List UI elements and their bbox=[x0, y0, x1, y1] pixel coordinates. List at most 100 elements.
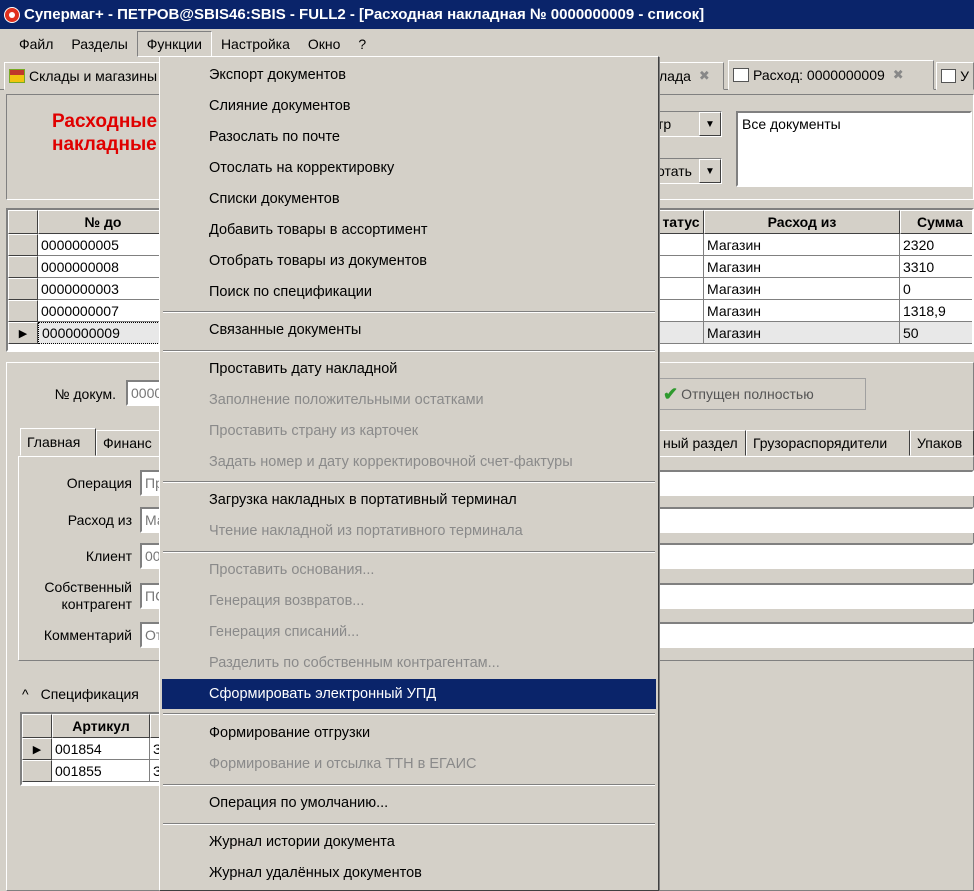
source-field-tail[interactable] bbox=[658, 507, 974, 533]
cell-number[interactable]: 0000000009 bbox=[38, 322, 168, 344]
column-header-sum[interactable]: Сумма bbox=[900, 210, 972, 234]
cell-status[interactable] bbox=[658, 234, 704, 256]
cell-sum[interactable]: 2320 bbox=[900, 234, 972, 256]
client-field-tail[interactable] bbox=[658, 543, 974, 569]
tab-label: лада bbox=[659, 68, 691, 84]
checkmark-icon: ✔ bbox=[663, 383, 679, 404]
filter-combo-value: тр bbox=[657, 116, 672, 132]
menu-item-set-basis: Проставить основания... bbox=[209, 562, 375, 578]
tab-label: У bbox=[960, 68, 969, 84]
source-label: Расход из bbox=[67, 512, 132, 528]
cell-sum[interactable]: 50 bbox=[900, 322, 972, 344]
menu-sections[interactable]: Разделы bbox=[62, 32, 136, 56]
cell-number[interactable]: 0000000005 bbox=[38, 234, 168, 256]
cell-sum[interactable]: 0 bbox=[900, 278, 972, 300]
menu-item-history-log[interactable]: Журнал истории документа bbox=[162, 827, 656, 857]
tab-next[interactable]: У bbox=[936, 62, 974, 90]
menu-item-merge[interactable]: Слияние документов bbox=[162, 91, 656, 121]
cell-article[interactable]: 001855 bbox=[52, 760, 150, 782]
menu-item-linked-docs[interactable]: Связанные документы bbox=[162, 315, 656, 345]
menu-item-export[interactable]: Экспорт документов bbox=[162, 60, 656, 90]
menu-file[interactable]: Файл bbox=[10, 32, 62, 56]
column-header-source[interactable]: Расход из bbox=[704, 210, 900, 234]
menu-window[interactable]: Окно bbox=[299, 32, 350, 56]
cell-sum[interactable]: 1318,9 bbox=[900, 300, 972, 322]
menu-separator bbox=[163, 350, 655, 352]
cell-source[interactable]: Магазин bbox=[704, 322, 900, 344]
tab-finance[interactable]: Финанс bbox=[96, 430, 162, 456]
chevron-down-icon[interactable]: ▼ bbox=[699, 112, 721, 136]
menu-item-split-contractors: Разделить по собственным контрагентам... bbox=[209, 655, 500, 671]
cell-status[interactable] bbox=[658, 322, 704, 344]
column-header-article[interactable]: Артикул bbox=[52, 714, 150, 738]
cell-source[interactable]: Магазин bbox=[704, 256, 900, 278]
tab-cargo-handlers[interactable]: Грузораспорядители bbox=[746, 430, 910, 456]
app-icon bbox=[4, 6, 20, 23]
documents-filter-memo[interactable]: Все документы bbox=[736, 111, 972, 187]
print-combo[interactable]: отать ▼ bbox=[652, 158, 722, 184]
cell-status[interactable] bbox=[658, 278, 704, 300]
column-header-status[interactable]: татус bbox=[658, 210, 704, 234]
menu-settings[interactable]: Настройка bbox=[212, 32, 299, 56]
cell-number[interactable]: 0000000007 bbox=[38, 300, 168, 322]
menu-help[interactable]: ? bbox=[349, 32, 375, 56]
menu-item-add-assortment[interactable]: Добавить товары в ассортимент bbox=[162, 215, 656, 245]
operation-field-tail[interactable] bbox=[658, 470, 974, 496]
window-titlebar: Супермаг+ - ПЕТРОВ@SBIS46:SBIS - FULL2 -… bbox=[0, 0, 974, 29]
window-title: Супермаг+ - ПЕТРОВ@SBIS46:SBIS - FULL2 -… bbox=[24, 6, 705, 23]
menu-functions[interactable]: Функции bbox=[136, 30, 212, 57]
close-icon[interactable]: ✖ bbox=[893, 67, 904, 83]
tab-warehouses[interactable]: Склады и магазины bbox=[4, 62, 164, 90]
tab-packaging[interactable]: Упаков bbox=[910, 430, 974, 456]
cell-number[interactable]: 0000000003 bbox=[38, 278, 168, 300]
column-header-number[interactable]: № до bbox=[38, 210, 168, 234]
own-contractor-label: Собственный контрагент bbox=[20, 579, 132, 613]
menu-item-spec-search[interactable]: Поиск по спецификации bbox=[162, 277, 656, 307]
cell-source[interactable]: Магазин bbox=[704, 234, 900, 256]
tab-main[interactable]: Главная bbox=[20, 428, 96, 456]
menu-item-deleted-docs-log[interactable]: Журнал удалённых документов bbox=[162, 858, 656, 888]
own-contractor-label-line1: Собственный bbox=[44, 579, 132, 595]
menu-item-load-terminal[interactable]: Загрузка накладных в портативный термина… bbox=[162, 485, 656, 515]
menu-item-send-correction[interactable]: Отослать на корректировку bbox=[162, 153, 656, 183]
docnum-label: № докум. bbox=[54, 386, 116, 402]
functions-menu: Экспорт документов Слияние документов Ра… bbox=[159, 56, 659, 891]
menu-item-select-goods[interactable]: Отобрать товары из документов bbox=[162, 246, 656, 276]
menu-item-set-date[interactable]: Проставить дату накладной bbox=[162, 354, 656, 384]
store-icon bbox=[9, 69, 25, 83]
cell-article[interactable]: 001854 bbox=[52, 738, 150, 760]
menu-item-default-operation[interactable]: Операция по умолчанию... bbox=[162, 788, 656, 818]
menu-separator bbox=[163, 481, 655, 483]
tab-label: Расход: 0000000009 bbox=[753, 67, 885, 83]
cell-number[interactable]: 0000000008 bbox=[38, 256, 168, 278]
cell-status[interactable] bbox=[658, 256, 704, 278]
menu-item-read-terminal: Чтение накладной из портативного термина… bbox=[209, 523, 523, 539]
grid-indicator-header bbox=[8, 210, 38, 234]
own-contractor-field-tail[interactable] bbox=[658, 583, 974, 609]
menu-item-set-country: Проставить страну из карточек bbox=[209, 423, 419, 439]
menu-item-doc-lists[interactable]: Списки документов bbox=[162, 184, 656, 214]
filter-combo[interactable]: тр ▼ bbox=[652, 111, 722, 137]
spec-title: Спецификация bbox=[40, 686, 139, 702]
chevron-down-icon[interactable]: ▼ bbox=[699, 159, 721, 183]
tab-partial[interactable]: лада ✖ bbox=[654, 62, 724, 90]
tab-label: Склады и магазины bbox=[29, 68, 158, 84]
comment-field-tail[interactable] bbox=[658, 622, 974, 648]
menu-item-send-mail[interactable]: Разослать по почте bbox=[162, 122, 656, 152]
cell-status[interactable] bbox=[658, 300, 704, 322]
cell-source[interactable]: Магазин bbox=[704, 300, 900, 322]
menu-item-gen-writeoffs: Генерация списаний... bbox=[209, 624, 360, 640]
collapse-caret-icon[interactable]: ^ bbox=[22, 686, 29, 702]
menu-item-generate-upd[interactable]: Сформировать электронный УПД bbox=[162, 679, 656, 709]
cell-source[interactable]: Магазин bbox=[704, 278, 900, 300]
menu-separator bbox=[163, 823, 655, 825]
status-text: Отпущен полностью bbox=[681, 386, 814, 402]
menu-separator bbox=[163, 311, 655, 313]
tab-expense-document[interactable]: Расход: 0000000009 ✖ bbox=[728, 60, 934, 90]
cell-sum[interactable]: 3310 bbox=[900, 256, 972, 278]
spec-section-header[interactable]: ^ Спецификация bbox=[22, 686, 139, 702]
tab-section[interactable]: ный раздел bbox=[656, 430, 746, 456]
menu-item-fill-positive: Заполнение положительными остатками bbox=[209, 392, 484, 408]
menu-item-shipment[interactable]: Формирование отгрузки bbox=[162, 718, 656, 748]
close-icon[interactable]: ✖ bbox=[699, 68, 710, 84]
